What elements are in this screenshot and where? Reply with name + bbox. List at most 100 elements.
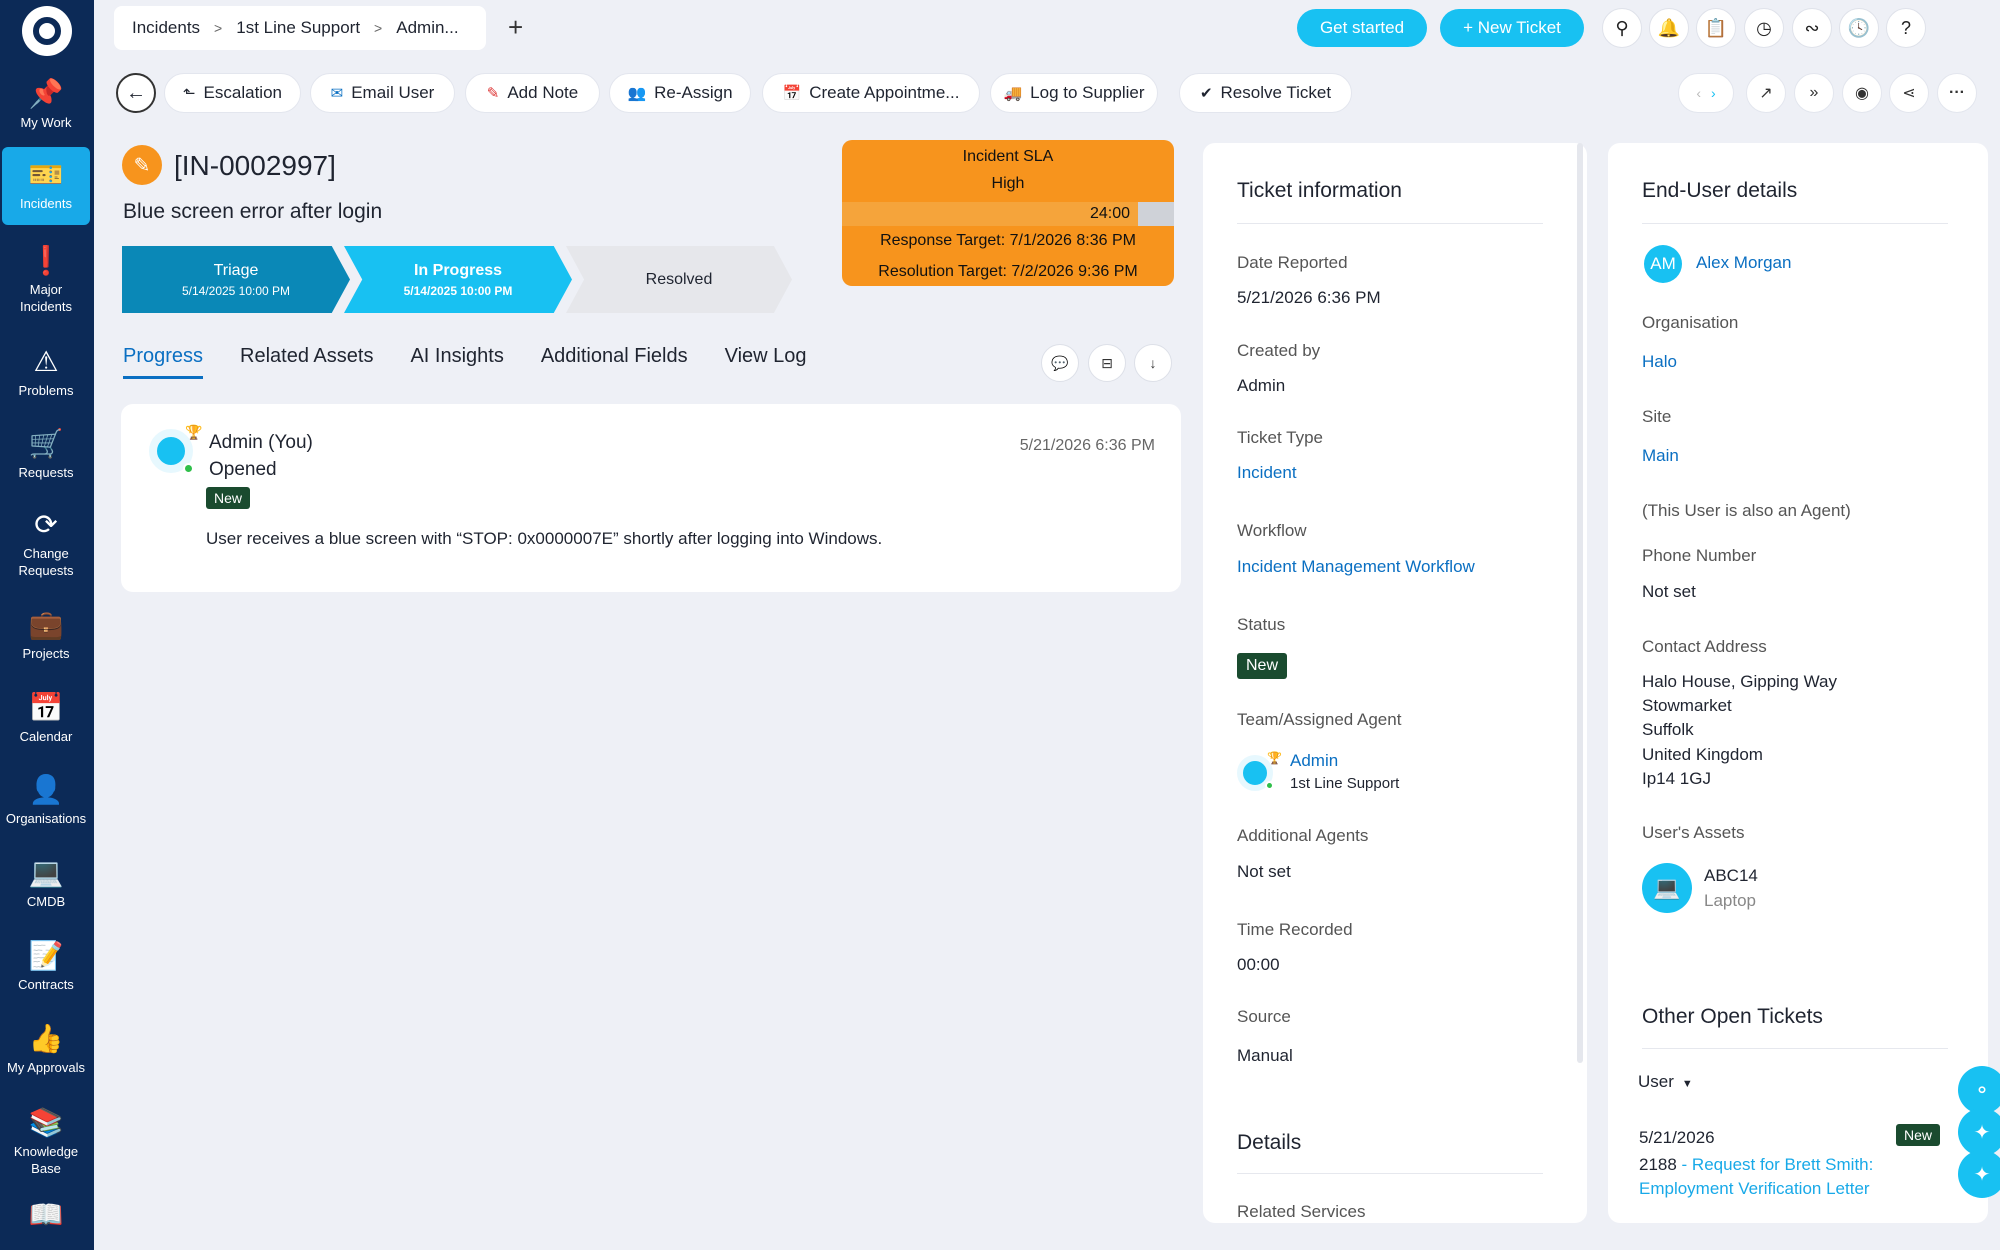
scrollbar[interactable] [1577,143,1583,1063]
sidebar-item-more[interactable]: 📖 [2,1200,90,1250]
date-reported: 5/21/2026 6:36 PM [1237,288,1381,307]
chat-assistant-icon[interactable]: ⚬ [1958,1066,2000,1114]
created-by-label: Created by [1237,341,1321,360]
sidebar-item-my-work[interactable]: 📌 My Work [2,68,90,142]
tab-ai-insights[interactable]: AI Insights [410,345,503,379]
sidebar-item-knowledge-base[interactable]: 📚 Knowledge Base [2,1100,90,1184]
eye-icon[interactable]: ◉ [1842,73,1882,113]
stage-resolved[interactable]: Resolved [566,246,792,313]
laptop-icon: 💻 [28,857,64,888]
sidebar-item-incidents[interactable]: 🎫 Incidents [2,147,90,225]
sidebar-item-requests[interactable]: 🛒 Requests [2,422,90,488]
breadcrumb-item[interactable]: Admin... [396,18,458,38]
bell-icon[interactable]: 🔔 [1649,8,1689,48]
clipboard-icon[interactable]: 📋 [1696,8,1736,48]
tab-additional-fields[interactable]: Additional Fields [541,345,688,379]
progress-action: Opened [209,459,277,480]
asset-name[interactable]: ABC14 [1704,866,1758,886]
pin-icon: 📌 [28,78,64,109]
double-chevron-right-icon[interactable]: » [1794,73,1834,113]
prev-next-pager[interactable]: ‹ › [1678,73,1734,113]
create-appointment-button[interactable]: 📅 Create Appointme... [762,73,980,113]
organisation-link[interactable]: Halo [1642,352,1677,372]
end-user-link[interactable]: Alex Morgan [1696,253,1791,273]
details-title: Details [1237,1131,1302,1154]
collapse-icon[interactable]: ⊟ [1088,344,1126,382]
other-ticket-link[interactable]: 2188 - Request for Brett Smith: Employme… [1639,1153,1919,1201]
additional-agents: Not set [1237,862,1291,881]
log-to-supplier-button[interactable]: 🚚 Log to Supplier [990,73,1158,113]
user-avatar: AM [1644,245,1682,283]
chevron-left-icon[interactable]: ‹ [1696,85,1701,101]
more-icon[interactable]: ··· [1937,73,1977,113]
resolve-ticket-button[interactable]: ✔ Resolve Ticket [1179,73,1352,113]
sla-priority: High [991,175,1025,192]
site-link[interactable]: Main [1642,446,1679,466]
trophy-icon: 🏆 [185,424,203,440]
assets-label: User's Assets [1642,823,1745,842]
sidebar-item-major-incidents[interactable]: ❗ Major Incidents [2,240,90,320]
chevron-right-icon: > [214,20,223,36]
sidebar-item-my-approvals[interactable]: 👍 My Approvals [2,1017,90,1083]
breadcrumb-item[interactable]: 1st Line Support [236,18,360,38]
halo-logo[interactable] [22,6,72,56]
sparkle-icon[interactable]: ✦ [1958,1108,2000,1156]
panel-title: End-User details [1642,179,1798,202]
get-started-button[interactable]: Get started [1297,9,1427,47]
online-indicator [183,463,194,474]
exclamation-icon: ❗ [28,244,64,276]
sidebar-item-label: My Approvals [6,1060,86,1075]
sidebar-item-organisations[interactable]: 👤 Organisations [2,768,90,834]
escalation-button[interactable]: ⬑ Escalation [164,73,301,113]
help-icon[interactable]: ? [1886,8,1926,48]
open-external-icon[interactable]: ↗ [1746,73,1786,113]
add-note-button[interactable]: ✎ Add Note [465,73,600,113]
tab-related-assets[interactable]: Related Assets [240,345,373,379]
top-bar: Incidents > 1st Line Support > Admin... … [94,0,2000,56]
reassign-button[interactable]: 👥 Re-Assign [609,73,751,113]
email-user-button[interactable]: ✉ Email User [310,73,455,113]
sidebar-item-problems[interactable]: ⚠ Problems [2,340,90,406]
book-icon: 📖 [28,1199,64,1230]
truck-icon: 🚚 [1003,85,1023,102]
end-user-panel: End-User details AM Alex Morgan Organisa… [1608,143,1988,1223]
sidebar-item-projects[interactable]: 💼 Projects [2,603,90,669]
new-ticket-button[interactable]: + New Ticket [1440,9,1584,47]
assigned-agent-link[interactable]: Admin [1290,751,1338,771]
sidebar-item-cmdb[interactable]: 💻 CMDB [2,851,90,917]
status-badge: New [206,487,251,509]
assigned-team: 1st Line Support [1290,775,1400,792]
phone-label: Phone Number [1642,546,1757,565]
rss-icon[interactable]: ∾ [1792,8,1832,48]
search-icon[interactable]: ⚲ [1602,8,1642,48]
ticket-type-link[interactable]: Incident [1237,463,1297,483]
breadcrumb[interactable]: Incidents > 1st Line Support > Admin... [114,6,486,50]
sidebar-item-change-requests[interactable]: ⟳ Change Requests [2,502,90,586]
stage-triage[interactable]: Triage 5/14/2025 10:00 PM [122,246,350,313]
workflow-link[interactable]: Incident Management Workflow [1237,557,1475,577]
divider [1642,223,1948,224]
comment-icon[interactable]: 💬 [1041,344,1079,382]
add-tab-button[interactable]: + [508,12,523,43]
sparkle-icon[interactable]: ✦ [1958,1150,2000,1198]
back-arrow-icon[interactable]: ← [116,73,156,113]
progress-author: Admin (You) [209,432,313,453]
workflow-label: Workflow [1237,521,1307,540]
stage-in-progress[interactable]: In Progress 5/14/2025 10:00 PM [344,246,572,313]
escalation-arrow-icon: ⬑ [183,85,196,102]
status-badge: New [1896,1124,1941,1146]
breadcrumb-item[interactable]: Incidents [132,18,200,38]
sidebar-item-calendar[interactable]: 📅 Calendar [2,686,90,752]
tab-progress[interactable]: Progress [123,345,204,379]
sidebar-item-label: Calendar [19,729,73,744]
tab-view-log[interactable]: View Log [725,345,807,379]
arrow-down-icon[interactable]: ↓ [1134,344,1172,382]
laptop-icon[interactable]: 💻 [1642,863,1692,913]
share-icon[interactable]: ⋖ [1889,73,1929,113]
dashboard-icon[interactable]: ◷ [1744,8,1784,48]
sidebar-item-label: Projects [22,646,70,661]
sidebar-item-contracts[interactable]: 📝 Contracts [2,934,90,1000]
ticket-filter-dropdown[interactable]: User ▼ [1638,1072,1693,1092]
clock-icon[interactable]: 🕓 [1839,8,1879,48]
chevron-right-icon[interactable]: › [1711,85,1716,101]
